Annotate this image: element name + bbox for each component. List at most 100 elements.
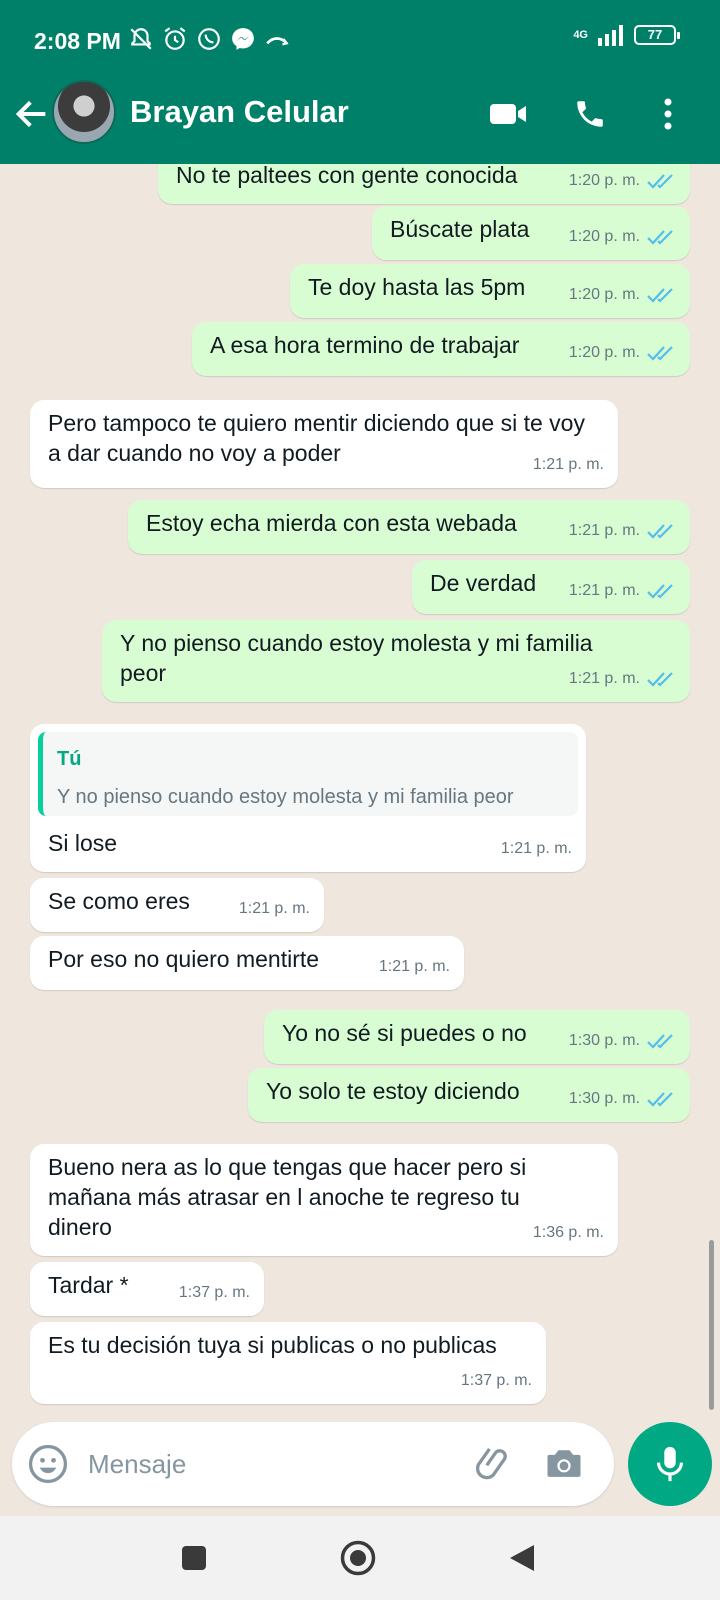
message-text: A esa hora termino de trabajar xyxy=(210,332,520,358)
message-time: 1:30 p. m. xyxy=(568,1090,640,1107)
message-text: Yo no sé si puedes o no xyxy=(282,1020,527,1046)
back-arrow-icon[interactable] xyxy=(12,94,52,134)
message-bubble[interactable]: Yo solo te estoy diciendo 1:30 p. m. xyxy=(248,1068,690,1122)
message-time: 1:30 p. m. xyxy=(568,1032,640,1049)
message-text: Te doy hasta las 5pm xyxy=(308,274,526,300)
message-meta: 1:20 p. m. xyxy=(569,222,676,252)
message-bubble[interactable]: Tardar * 1:37 p. m. xyxy=(30,1262,264,1316)
avatar[interactable] xyxy=(52,80,116,144)
signal-icon xyxy=(598,25,623,46)
message-meta: 1:20 p. m. xyxy=(569,280,676,310)
read-receipt-icon xyxy=(647,1034,673,1049)
message-meta: 1:21 p. m. xyxy=(569,516,676,546)
camera-icon[interactable] xyxy=(542,1442,586,1486)
message-bubble[interactable]: Por eso no quiero mentirte 1:21 p. m. xyxy=(30,936,464,990)
message-text: Tardar * xyxy=(48,1272,129,1298)
phone-icon xyxy=(577,101,603,127)
read-receipt-icon xyxy=(647,174,673,189)
battery-level: 77 xyxy=(647,27,663,42)
message-bubble[interactable]: De verdad 1:21 p. m. xyxy=(412,560,690,614)
square-icon xyxy=(182,1546,206,1570)
chat-header: Brayan Celular xyxy=(0,80,720,164)
message-meta: 1:21 p. m. xyxy=(239,894,310,924)
voice-message-button[interactable] xyxy=(628,1422,712,1506)
message-time: 1:37 p. m. xyxy=(460,1372,532,1389)
quoted-text: Y no pienso cuando estoy molesta y mi fa… xyxy=(57,786,514,808)
message-meta: 1:36 p. m. xyxy=(533,1218,604,1248)
message-meta: 1:20 p. m. xyxy=(569,338,676,368)
message-time: 1:20 p. m. xyxy=(568,172,640,189)
message-time: 1:21 p. m. xyxy=(568,670,640,687)
message-time: 1:20 p. m. xyxy=(568,344,640,361)
message-meta: 1:20 p. m. xyxy=(569,166,676,196)
whatsapp-icon xyxy=(198,28,220,50)
read-receipt-icon xyxy=(647,346,673,361)
triangle-back-icon xyxy=(510,1545,534,1571)
message-meta: 1:21 p. m. xyxy=(569,664,676,694)
mute-notifications-icon xyxy=(130,28,152,50)
message-time: 1:20 p. m. xyxy=(568,228,640,245)
message-bubble[interactable]: Y no pienso cuando estoy molesta y mi fa… xyxy=(102,620,690,702)
message-text: No te paltees con gente conocida xyxy=(176,164,518,188)
status-bar: 2:08 PM 4G 77 xyxy=(0,0,720,80)
quoted-message[interactable]: Tú Y no pienso cuando estoy molesta y mi… xyxy=(38,732,578,816)
message-bubble[interactable]: Te doy hasta las 5pm 1:20 p. m. xyxy=(290,264,690,318)
message-bubble[interactable]: A esa hora termino de trabajar 1:20 p. m… xyxy=(192,322,690,376)
recents-button[interactable] xyxy=(172,1536,216,1580)
message-bubble[interactable]: Se como eres 1:21 p. m. xyxy=(30,878,324,932)
message-text: Y no pienso cuando estoy molesta y mi fa… xyxy=(120,630,593,686)
read-receipt-icon xyxy=(647,1092,673,1107)
message-bubble[interactable]: Búscate plata 1:20 p. m. xyxy=(372,206,690,260)
message-bubble[interactable]: Es tu decisión tuya si publicas o no pub… xyxy=(30,1322,546,1404)
video-camera-icon xyxy=(490,104,526,124)
network-indicator: 4G xyxy=(573,29,588,41)
network-type: 4G xyxy=(573,29,588,41)
message-text: Yo solo te estoy diciendo xyxy=(266,1078,520,1104)
microphone-icon xyxy=(657,1446,683,1482)
message-meta: 1:37 p. m. xyxy=(461,1366,532,1396)
chat-area[interactable]: No te paltees con gente conocida 1:20 p.… xyxy=(0,164,720,1420)
message-bubble[interactable]: Yo no sé si puedes o no 1:30 p. m. xyxy=(264,1010,690,1064)
voice-call-button[interactable] xyxy=(568,92,612,136)
read-receipt-icon xyxy=(647,672,673,687)
missed-call-icon xyxy=(266,37,289,46)
message-time: 1:21 p. m. xyxy=(532,456,604,473)
message-bubble[interactable]: Pero tampoco te quiero mentir diciendo q… xyxy=(30,400,618,488)
scrollbar[interactable] xyxy=(709,1240,714,1410)
home-button[interactable] xyxy=(336,1536,380,1580)
video-call-button[interactable] xyxy=(486,92,530,136)
read-receipt-icon xyxy=(647,524,673,539)
message-text: Bueno nera as lo que tengas que hacer pe… xyxy=(48,1154,527,1240)
message-meta: 1:21 p. m. xyxy=(501,834,572,864)
message-meta: 1:21 p. m. xyxy=(533,450,604,480)
home-circle-icon xyxy=(340,1540,376,1576)
message-meta: 1:30 p. m. xyxy=(569,1026,676,1056)
message-bubble[interactable]: Bueno nera as lo que tengas que hacer pe… xyxy=(30,1144,618,1256)
message-meta: 1:30 p. m. xyxy=(569,1084,676,1114)
emoji-icon[interactable] xyxy=(26,1442,70,1486)
message-time: 1:20 p. m. xyxy=(568,286,640,303)
system-back-button[interactable] xyxy=(500,1536,544,1580)
read-receipt-icon xyxy=(647,288,673,303)
read-receipt-icon xyxy=(647,230,673,245)
message-text: De verdad xyxy=(430,570,537,596)
message-text: Se como eres xyxy=(48,888,190,914)
message-time: 1:21 p. m. xyxy=(238,900,310,917)
message-time: 1:21 p. m. xyxy=(378,958,450,975)
top-bar: 2:08 PM 4G 77 Brayan Celular xyxy=(0,0,720,164)
message-text: Es tu decisión tuya si publicas o no pub… xyxy=(48,1332,497,1358)
status-right: 4G 77 xyxy=(573,24,680,46)
message-text: Estoy echa mierda con esta webada xyxy=(146,510,517,536)
contact-name[interactable]: Brayan Celular xyxy=(130,94,349,130)
attachment-icon[interactable] xyxy=(472,1442,516,1486)
more-options-button[interactable] xyxy=(646,92,690,136)
message-bubble[interactable]: Estoy echa mierda con esta webada 1:21 p… xyxy=(128,500,690,554)
message-input[interactable] xyxy=(88,1444,458,1484)
battery-indicator: 77 xyxy=(634,25,680,45)
message-bubble[interactable]: Tú Y no pienso cuando estoy molesta y mi… xyxy=(30,724,586,872)
message-text: Por eso no quiero mentirte xyxy=(48,946,320,972)
messenger-icon xyxy=(232,28,254,50)
message-time: 1:37 p. m. xyxy=(178,1284,250,1301)
message-composer xyxy=(12,1422,614,1506)
message-bubble[interactable]: No te paltees con gente conocida 1:20 p.… xyxy=(158,164,690,204)
